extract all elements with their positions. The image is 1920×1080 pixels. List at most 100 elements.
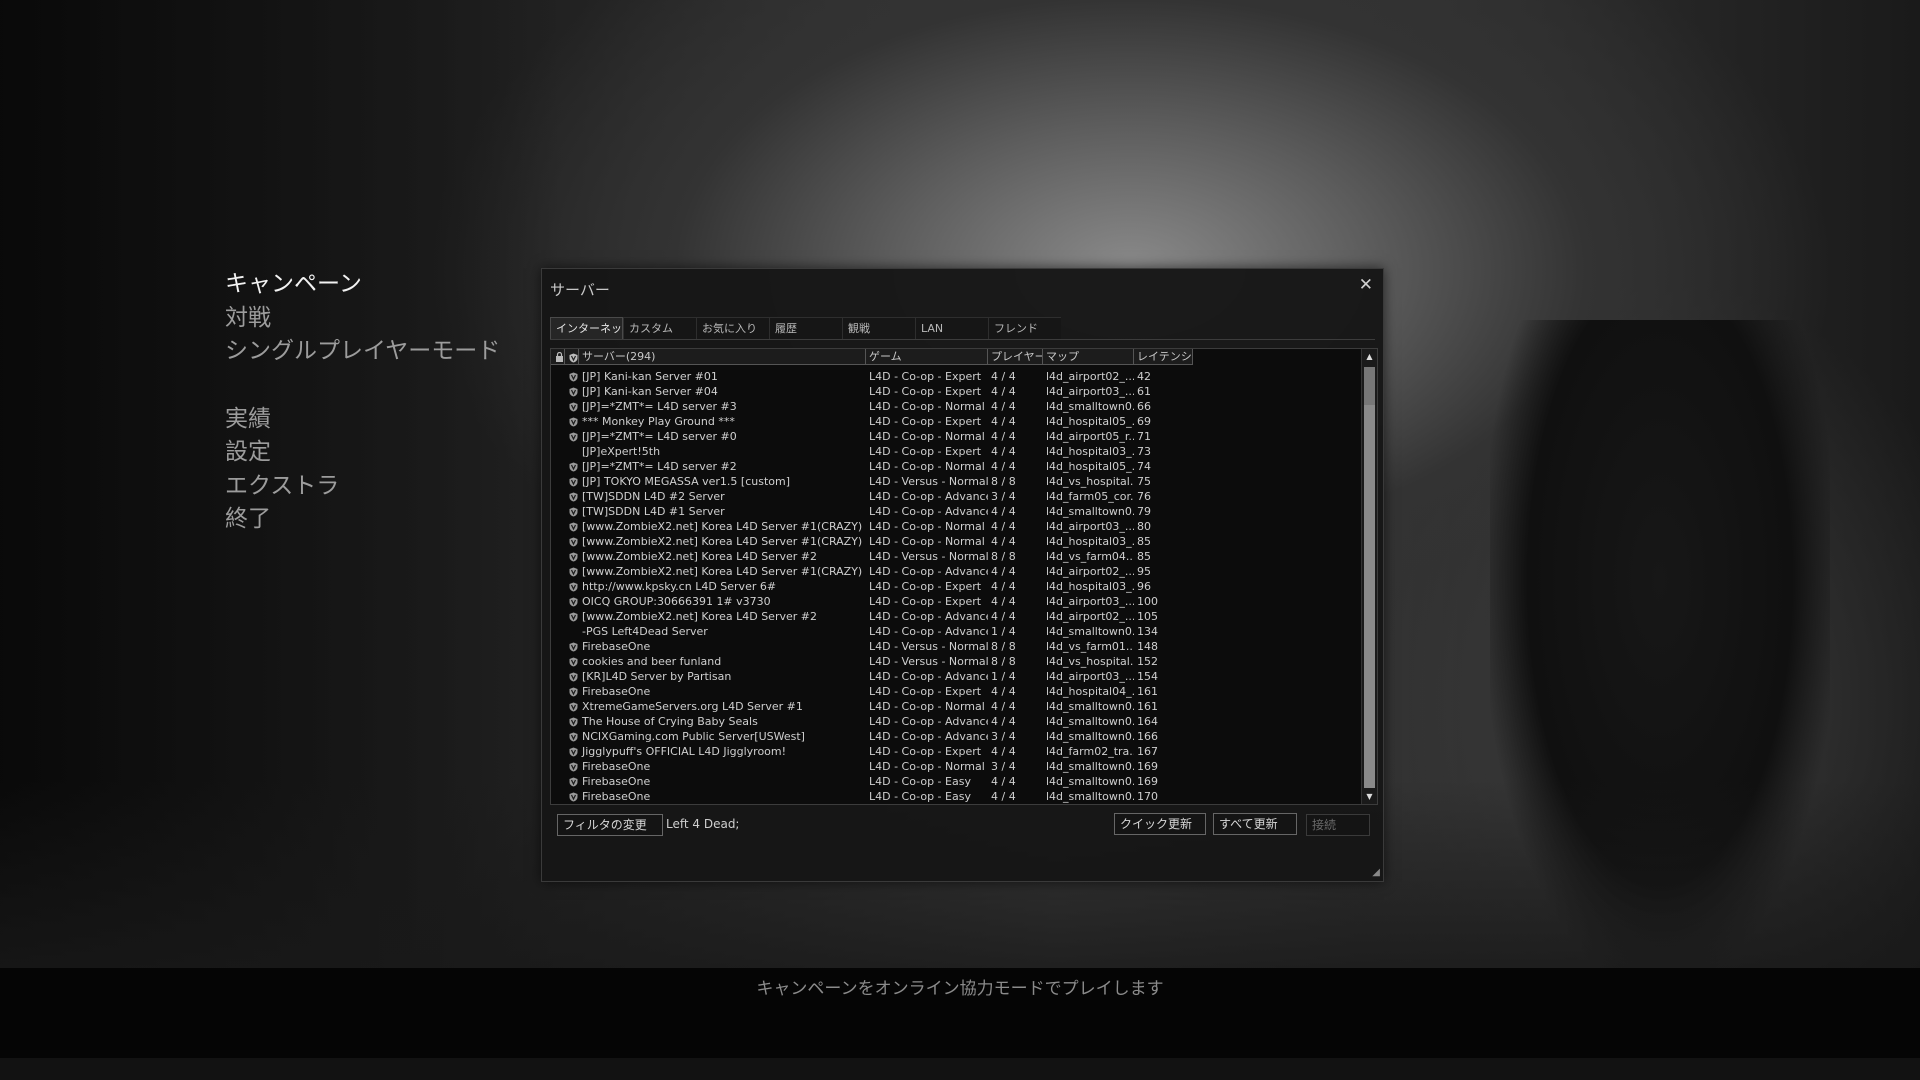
table-row[interactable]: XtremeGameServers.org L4D Server #1 L4D -… [551,699,1361,714]
cell-server-name: FirebaseOne [582,640,651,653]
table-row[interactable]: [www.ZombieX2.net] Korea L4D Server #2 L4… [551,609,1361,624]
cell-game: L4D - Co-op - Advanced [869,625,988,638]
cell-players: 8 / 8 [991,550,1016,563]
menu-item-quit[interactable]: 終了 [225,503,500,537]
cell-game: L4D - Versus - Normal [869,655,988,668]
scroll-down-arrow-icon[interactable]: ▼ [1362,789,1377,804]
cell-vac [565,429,579,444]
tab-lan[interactable]: LAN [915,317,988,339]
scroll-up-arrow-icon[interactable]: ▲ [1362,349,1377,364]
menu-item-extras[interactable]: エクストラ [225,470,500,504]
table-row[interactable]: [www.ZombieX2.net] Korea L4D Server #1(C… [551,534,1361,549]
table-row[interactable]: FirebaseOne L4D - Co-op - Expert 4 / 4 l4d_… [551,684,1361,699]
change-filters-button[interactable]: フィルタの変更 [557,814,663,836]
table-row[interactable]: Jigglypuff's OFFICIAL L4D Jigglyroom! L4D… [551,744,1361,759]
cell-map: l4d_smalltown0... [1046,790,1134,803]
table-row[interactable]: -PGS Left4Dead Server L4D - Co-op - Advan… [551,624,1361,639]
table-row[interactable]: [JP]=*ZMT*= L4D server #0 L4D - Co-op - N… [551,429,1361,444]
cell-vac [565,624,579,639]
cell-vac [565,789,579,804]
column-header-server[interactable]: サーバー(294) [579,349,866,365]
cell-map: l4d_vs_hospital... [1046,655,1134,668]
cell-vac [565,549,579,564]
cell-latency: 100 [1137,595,1158,608]
table-row[interactable]: [TW]SDDN L4D #2 Server L4D - Co-op - Adva… [551,489,1361,504]
table-row[interactable]: http://www.kpsky.cn L4D Server 6# L4D - C… [551,579,1361,594]
table-row[interactable]: [JP]eXpert!5th L4D - Co-op - Expert 4 / 4 l… [551,444,1361,459]
table-row[interactable]: [TW]SDDN L4D #1 Server L4D - Co-op - Adva… [551,504,1361,519]
column-header-lock[interactable] [551,349,565,365]
table-row[interactable]: FirebaseOne L4D - Co-op - Normal 3 / 4 l4d_… [551,759,1361,774]
table-row[interactable]: FirebaseOne L4D - Co-op - Easy 4 / 4 l4d_sm… [551,774,1361,789]
cell-latency: 164 [1137,715,1158,728]
cell-players: 3 / 4 [991,730,1016,743]
table-row[interactable]: [JP] Kani-kan Server #04 L4D - Co-op - Ex… [551,384,1361,399]
cell-map: l4d_smalltown0... [1046,400,1134,413]
tab-custom[interactable]: カスタム [623,317,696,339]
quick-refresh-button[interactable]: クイック更新 [1114,813,1206,835]
cell-latency: 85 [1137,550,1151,563]
table-row[interactable]: The House of Crying Baby Seals L4D - Co-o… [551,714,1361,729]
menu-item-single-player[interactable]: シングルプレイヤーモード [225,335,500,369]
cell-game: L4D - Co-op - Normal [869,700,985,713]
table-row[interactable]: [KR]L4D Server by Partisan L4D - Co-op - … [551,669,1361,684]
cell-players: 4 / 4 [991,415,1016,428]
refresh-all-button[interactable]: すべて更新 [1213,813,1297,835]
table-row[interactable]: OICQ GROUP:30666391 1# v3730 L4D - Co-op … [551,594,1361,609]
column-header-vac[interactable] [565,349,579,365]
column-header-latency[interactable]: レイテンシ [1134,349,1193,365]
cell-vac [565,459,579,474]
tab-internet[interactable]: インターネット [550,317,633,339]
vac-shield-icon [569,567,578,576]
cell-latency: 74 [1137,460,1151,473]
tab-friends[interactable]: フレンド [988,317,1061,339]
tab-divider [550,339,1375,340]
cell-lock [551,534,565,549]
close-button[interactable]: ✕ [1359,275,1373,295]
column-header-players[interactable]: プレイヤー [988,349,1043,365]
cell-vac [565,564,579,579]
cell-lock [551,789,565,804]
table-row[interactable]: cookies and beer funland L4D - Versus - N… [551,654,1361,669]
cell-server-name: [TW]SDDN L4D #2 Server [582,490,725,503]
cell-map: l4d_hospital03_... [1046,535,1134,548]
table-row[interactable]: [www.ZombieX2.net] Korea L4D Server #1(C… [551,564,1361,579]
table-row[interactable]: *** Monkey Play Ground *** L4D - Co-op - … [551,414,1361,429]
cell-lock [551,714,565,729]
cell-map: l4d_airport05_r... [1046,430,1134,443]
column-header-map[interactable]: マップ [1043,349,1134,365]
cell-map: l4d_farm05_cor... [1046,490,1134,503]
menu-item-campaign[interactable]: キャンペーン [225,268,500,302]
cell-players: 8 / 8 [991,640,1016,653]
cell-latency: 80 [1137,520,1151,533]
table-row[interactable]: FirebaseOne L4D - Versus - Normal 8 / 8 l4d… [551,639,1361,654]
table-row[interactable]: NCIXGaming.com Public Server[USWest] L4D … [551,729,1361,744]
cell-lock [551,504,565,519]
table-row[interactable]: [www.ZombieX2.net] Korea L4D Server #1(C… [551,519,1361,534]
connect-button[interactable]: 接続 [1306,814,1370,836]
cell-map: l4d_hospital04_... [1046,685,1134,698]
cell-latency: 152 [1137,655,1158,668]
resize-grip-icon[interactable]: ◢ [1372,867,1380,878]
column-header-game[interactable]: ゲーム [866,349,988,365]
server-list[interactable]: サーバー(294) ゲーム プレイヤー マップ レイテンシ [JP] Kani-… [550,348,1378,805]
table-row[interactable]: [JP] Kani-kan Server #01 L4D - Co-op - Ex… [551,369,1361,384]
table-row[interactable]: FirebaseOne L4D - Co-op - Easy 4 / 4 l4d_sm… [551,789,1361,804]
table-row[interactable]: [JP]=*ZMT*= L4D server #2 L4D - Co-op - N… [551,459,1361,474]
table-row[interactable]: [www.ZombieX2.net] Korea L4D Server #2 L4… [551,549,1361,564]
menu-item-versus[interactable]: 対戦 [225,302,500,336]
tab-spectate[interactable]: 観戦 [842,317,915,339]
cell-players: 4 / 4 [991,790,1016,803]
scroll-track[interactable] [1364,405,1375,788]
tab-history[interactable]: 履歴 [769,317,842,339]
table-row[interactable]: [JP] TOKYO MEGASSA ver1.5 [custom] L4D - … [551,474,1361,489]
menu-item-options[interactable]: 設定 [225,436,500,470]
scroll-thumb[interactable] [1364,367,1375,405]
menu-item-achievements[interactable]: 実績 [225,403,500,437]
tab-favorites[interactable]: お気に入り [696,317,769,339]
cell-lock [551,639,565,654]
vertical-scrollbar[interactable]: ▲ ▼ [1361,349,1377,804]
cell-server-name: XtremeGameServers.org L4D Server #1 [582,700,803,713]
table-row[interactable]: [JP]=*ZMT*= L4D server #3 L4D - Co-op - N… [551,399,1361,414]
cell-lock [551,579,565,594]
